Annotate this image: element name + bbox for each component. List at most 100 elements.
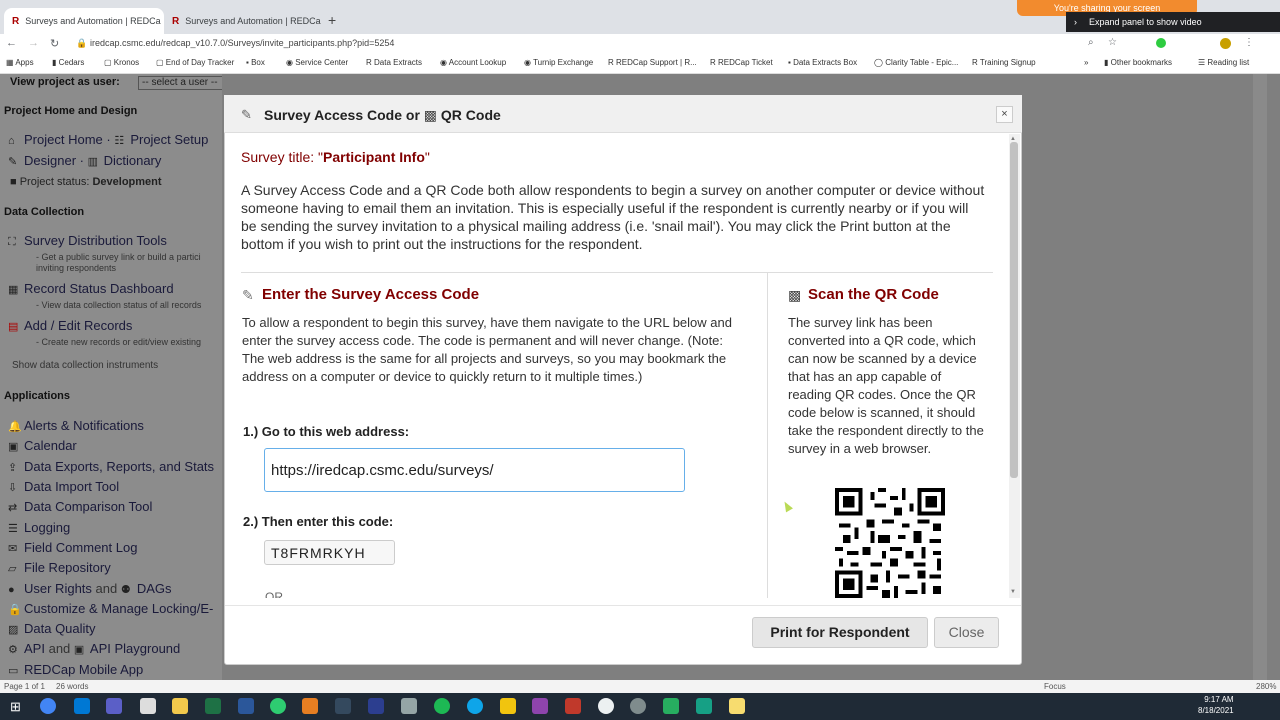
access-code-field[interactable] [264, 540, 395, 565]
zoom-icon[interactable]: ⌕ [1088, 37, 1094, 48]
app-data-comparison[interactable]: ⇄ Data Comparison Tool [8, 499, 152, 514]
bookmark-redcap-ticket[interactable]: R REDCap Ticket [710, 58, 773, 67]
app-icon[interactable] [598, 698, 614, 714]
chevron-right-icon: › [1074, 17, 1077, 27]
bookmark-service-center[interactable]: ◉ Service Center [286, 58, 348, 67]
app-data-exports[interactable]: ⇪ Data Exports, Reports, and Stats [8, 459, 214, 474]
survey-dist-desc: - Get a public survey link or build a pa… [36, 252, 201, 262]
app-file-repository[interactable]: ▱ File Repository [8, 560, 111, 575]
data-collection-heading: Data Collection [4, 206, 85, 218]
clipboard-icon: ▨ [8, 624, 19, 636]
word-icon[interactable] [238, 698, 254, 714]
app-icon[interactable] [696, 698, 712, 714]
show-instruments-link[interactable]: Show data collection instruments [12, 360, 158, 371]
app-icon[interactable] [302, 698, 318, 714]
bookmark-data-extracts-box[interactable]: ▪ Data Extracts Box [788, 58, 857, 67]
app-icon[interactable] [401, 698, 417, 714]
reload-icon[interactable]: ↻ [50, 37, 59, 50]
spotify-icon[interactable] [434, 698, 450, 714]
profile-avatar[interactable] [1220, 38, 1231, 49]
page-scrollbar[interactable] [1253, 74, 1267, 680]
bookmark-kronos[interactable]: ▢ Kronos [104, 58, 139, 67]
url-field[interactable]: iredcap.csmc.edu/redcap_v10.7.0/Surveys/… [90, 38, 394, 48]
app-icon[interactable] [565, 698, 581, 714]
bookmark-reading-list[interactable]: ☰ Reading list [1198, 58, 1249, 67]
record-status-link[interactable]: ▦ Record Status Dashboard [8, 281, 174, 296]
bookmark-account-lookup[interactable]: ◉ Account Lookup [440, 58, 506, 67]
scroll-down-icon[interactable]: ▼ [1010, 589, 1016, 595]
designer-link[interactable]: ✎ Designer · ▥ Dictionary [8, 153, 161, 168]
step-2-label: 2.) Then enter this code: [243, 514, 394, 529]
scroll-up-icon[interactable]: ▲ [1010, 136, 1016, 142]
sticky-notes-icon[interactable] [729, 698, 745, 714]
bookmark-redcap-support[interactable]: R REDCap Support | R... [608, 58, 697, 67]
column-divider [767, 273, 768, 598]
app-field-comment-log[interactable]: ✉ Field Comment Log [8, 540, 137, 555]
focus-button[interactable]: Focus [1044, 682, 1066, 691]
bookmark-box[interactable]: ▪ Box [246, 58, 265, 67]
calendar-icon: ▣ [8, 441, 19, 453]
excel-icon[interactable] [205, 698, 221, 714]
app-icon[interactable] [500, 698, 516, 714]
bookmarks-overflow-icon[interactable]: » [1084, 58, 1088, 67]
teams-icon[interactable] [106, 698, 122, 714]
extension-icon[interactable] [1156, 38, 1166, 48]
bookmark-end-of-day[interactable]: ▢ End of Day Tracker [156, 58, 234, 67]
close-button[interactable]: Close [934, 617, 999, 648]
app-icon[interactable] [368, 698, 384, 714]
app-alerts[interactable]: 🔔 Alerts & Notifications [8, 418, 144, 433]
app-calendar[interactable]: ▣ Calendar [8, 438, 77, 453]
app-user-rights[interactable]: ● User Rights and ⚉ DAGs [8, 581, 172, 596]
survey-url-field[interactable] [264, 448, 685, 492]
star-icon[interactable]: ☆ [1108, 37, 1117, 48]
menu-icon[interactable]: ⋮ [1244, 37, 1254, 48]
export-icon: ⇪ [8, 462, 18, 474]
app-icon[interactable] [270, 698, 286, 714]
add-edit-records-link[interactable]: ▤ Add / Edit Records [8, 318, 132, 333]
app-icon[interactable] [663, 698, 679, 714]
bookmark-training[interactable]: R Training Signup [972, 58, 1036, 67]
bookmark-clarity[interactable]: ◯ Clarity Table - Epic... [874, 58, 958, 67]
system-clock[interactable]: 9:17 AM 8/18/2021 [1198, 694, 1234, 716]
dialog-title: Survey Access Code or ▩ QR Code [264, 107, 501, 123]
expand-panel-bar[interactable]: › Expand panel to show video [1066, 12, 1280, 32]
bookmark-cedars[interactable]: ▮ Cedars [52, 58, 84, 67]
new-tab-button[interactable]: + [328, 12, 336, 28]
lock-icon[interactable]: 🔒 [76, 38, 87, 49]
app-locking[interactable]: 🔒 Customize & Manage Locking/E- [8, 601, 213, 616]
bookmark-turnip[interactable]: ◉ Turnip Exchange [524, 58, 593, 67]
file-explorer-icon[interactable] [172, 698, 188, 714]
back-icon[interactable]: ← [6, 37, 17, 49]
settings-icon[interactable] [630, 698, 646, 714]
bookmark-data-extracts[interactable]: R Data Extracts [366, 58, 422, 67]
dialog-scrollbar-thumb[interactable] [1010, 142, 1018, 478]
select-user-dropdown[interactable]: -- select a user -- [138, 76, 222, 90]
chrome-icon[interactable] [40, 698, 56, 714]
calculator-icon[interactable] [140, 698, 156, 714]
app-data-quality[interactable]: ▨ Data Quality [8, 621, 96, 636]
document-status-bar: Page 1 of 1 26 words Focus 280% [0, 680, 1280, 693]
forward-icon[interactable]: → [28, 37, 39, 49]
bookmark-other[interactable]: ▮ Other bookmarks [1104, 58, 1172, 67]
zoom-level[interactable]: 280% [1256, 682, 1276, 691]
app-data-import[interactable]: ⇩ Data Import Tool [8, 479, 119, 494]
sidebar: View project as user: -- select a user -… [0, 74, 222, 680]
project-home-heading: Project Home and Design [4, 105, 138, 117]
dialog-close-icon[interactable]: × [996, 106, 1013, 123]
windows-start-icon[interactable]: ⊞ [10, 699, 21, 715]
app-icon[interactable] [335, 698, 351, 714]
app-icon[interactable] [532, 698, 548, 714]
outlook-icon[interactable] [74, 698, 90, 714]
survey-distribution-link[interactable]: ⛶ Survey Distribution Tools [8, 233, 167, 249]
record-status-desc: - View data collection status of all rec… [36, 300, 202, 310]
print-for-respondent-button[interactable]: Print for Respondent [752, 617, 928, 648]
bookmark-apps[interactable]: ▦ Apps [6, 58, 34, 67]
tab-inactive[interactable]: R Surveys and Automation | REDCa ✕ [164, 8, 324, 34]
project-home-link[interactable]: ⌂ Project Home · ☷ Project Setup [8, 132, 208, 147]
edge-icon[interactable] [467, 698, 483, 714]
app-api[interactable]: ⚙ API and ▣ API Playground [8, 641, 180, 656]
import-icon: ⇩ [8, 482, 18, 494]
app-logging[interactable]: ☰ Logging [8, 520, 70, 535]
tab-active[interactable]: R Surveys and Automation | REDCa ✕ [4, 8, 164, 34]
app-mobile[interactable]: ▭ REDCap Mobile App [8, 662, 143, 677]
